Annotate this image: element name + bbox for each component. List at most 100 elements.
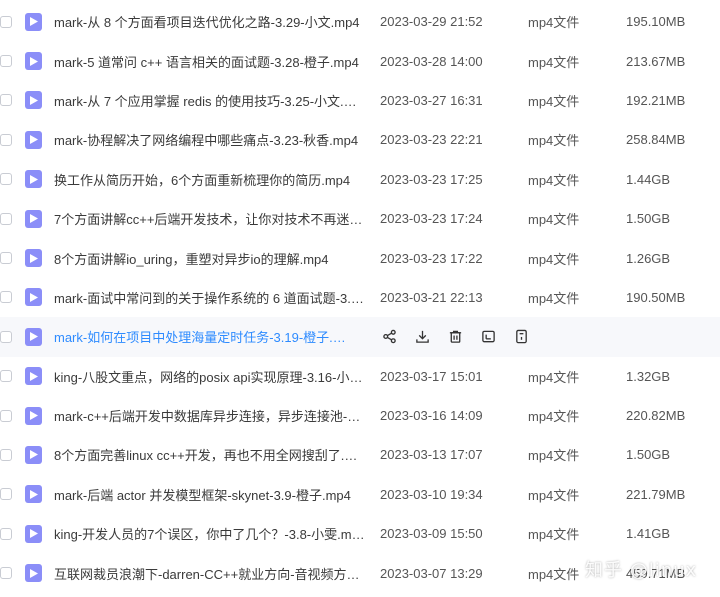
file-name[interactable]: mark-c++后端开发中数据库异步连接，异步连接池-3.15...: [54, 406, 366, 425]
file-name[interactable]: mark-后端 actor 并发模型框架-skynet-3.9-橙子.mp4: [54, 485, 366, 504]
file-date: 2023-03-23 17:25: [380, 171, 483, 187]
file-type: mp4文件: [528, 54, 580, 70]
video-file-icon: [25, 564, 42, 583]
file-date: 2023-03-23 22:21: [380, 132, 483, 148]
file-list: mark-从 8 个方面看项目迭代优化之路-3.29-小文.mp4 2023-0…: [0, 2, 720, 593]
file-row[interactable]: mark-5 道常问 c++ 语言相关的面试题-3.28-橙子.mp4 2023…: [0, 41, 720, 80]
video-file-icon: [25, 288, 42, 307]
file-row[interactable]: king-开发人员的7个误区，你中了几个？-3.8-小雯.mp4 2023-03…: [0, 514, 720, 553]
file-name[interactable]: mark-如何在项目中处理海量定时任务-3.19-橙子.mp4: [54, 327, 354, 346]
file-name[interactable]: 换工作从简历开始，6个方面重新梳理你的简历.mp4: [54, 170, 366, 189]
file-row[interactable]: mark-后端 actor 并发模型框架-skynet-3.9-橙子.mp4 2…: [0, 475, 720, 514]
file-size: 195.10MB: [626, 14, 686, 30]
file-size: 258.84MB: [626, 132, 686, 148]
file-row[interactable]: mark-协程解决了网络编程中哪些痛点-3.23-秋香.mp4 2023-03-…: [0, 120, 720, 159]
row-checkbox[interactable]: [0, 527, 12, 540]
file-name[interactable]: mark-从 7 个应用掌握 redis 的使用技巧-3.25-小文.mp4: [54, 91, 366, 110]
file-name[interactable]: mark-面试中常问到的关于操作系统的 6 道面试题-3.21-...: [54, 288, 366, 307]
file-date: 2023-03-17 15:01: [380, 368, 483, 384]
video-file-icon: [25, 367, 42, 386]
file-date: 2023-03-23 17:22: [380, 250, 483, 266]
file-name[interactable]: mark-从 8 个方面看项目迭代优化之路-3.29-小文.mp4: [54, 12, 366, 31]
file-size: 190.50MB: [626, 289, 686, 305]
row-checkbox[interactable]: [0, 409, 12, 422]
video-file-icon: [25, 12, 42, 31]
row-checkbox[interactable]: [0, 448, 12, 461]
file-row[interactable]: mark-从 7 个应用掌握 redis 的使用技巧-3.25-小文.mp4 2…: [0, 81, 720, 120]
file-name[interactable]: 8个方面完善linux cc++开发，再也不用全网搜刮了.mp4: [54, 445, 366, 464]
row-checkbox[interactable]: [0, 133, 12, 146]
file-type: mp4文件: [528, 15, 580, 31]
delete-icon[interactable]: [446, 328, 464, 346]
file-type: mp4文件: [528, 409, 580, 425]
file-date: 2023-03-28 14:00: [380, 53, 483, 69]
file-date: 2023-03-23 17:24: [380, 211, 483, 227]
file-name[interactable]: 互联网裁员浪潮下-darren-CC++就业方向-音视频方向-...: [54, 564, 366, 583]
file-type: mp4文件: [528, 290, 580, 306]
video-file-icon: [25, 170, 42, 189]
file-date: 2023-03-21 22:13: [380, 289, 483, 305]
file-name[interactable]: king-开发人员的7个误区，你中了几个？-3.8-小雯.mp4: [54, 524, 366, 543]
file-date: 2023-03-16 14:09: [380, 408, 483, 424]
file-type: mp4文件: [528, 448, 580, 464]
file-type: mp4文件: [528, 172, 580, 188]
file-size: 192.21MB: [626, 92, 686, 108]
row-checkbox[interactable]: [0, 291, 12, 304]
row-checkbox[interactable]: [0, 330, 12, 343]
row-checkbox[interactable]: [0, 370, 12, 383]
file-size: 1.50GB: [626, 211, 671, 227]
video-file-icon: [25, 249, 42, 268]
video-file-icon: [25, 52, 42, 71]
file-name[interactable]: 8个方面讲解io_uring，重塑对异步io的理解.mp4: [54, 249, 366, 268]
share-icon[interactable]: [380, 328, 398, 346]
row-checkbox[interactable]: [0, 94, 12, 107]
video-file-icon: [25, 406, 42, 425]
file-name[interactable]: 7个方面讲解cc++后端开发技术，让你对技术不再迷茫.m...: [54, 209, 366, 228]
row-checkbox[interactable]: [0, 212, 12, 225]
file-date: 2023-03-29 21:52: [380, 14, 483, 30]
file-row[interactable]: 8个方面完善linux cc++开发，再也不用全网搜刮了.mp4 2023-03…: [0, 435, 720, 474]
more-icon[interactable]: [512, 328, 530, 346]
file-size: 1.50GB: [626, 447, 671, 463]
file-date: 2023-03-10 19:34: [380, 486, 483, 502]
file-row[interactable]: mark-c++后端开发中数据库异步连接，异步连接池-3.15... 2023-…: [0, 396, 720, 435]
row-checkbox[interactable]: [0, 173, 12, 186]
file-size: 213.67MB: [626, 53, 686, 69]
video-file-icon: [25, 445, 42, 464]
download-icon[interactable]: [413, 328, 431, 346]
video-file-icon: [25, 209, 42, 228]
file-name[interactable]: mark-协程解决了网络编程中哪些痛点-3.23-秋香.mp4: [54, 130, 366, 149]
file-size: 1.32GB: [626, 368, 671, 384]
video-file-icon: [25, 485, 42, 504]
file-size: 1.44GB: [626, 171, 671, 187]
file-type: mp4文件: [528, 527, 580, 543]
file-type: mp4文件: [528, 369, 580, 385]
file-row[interactable]: 8个方面讲解io_uring，重塑对异步io的理解.mp4 2023-03-23…: [0, 238, 720, 277]
row-checkbox[interactable]: [0, 567, 12, 580]
file-row[interactable]: 换工作从简历开始，6个方面重新梳理你的简历.mp4 2023-03-23 17:…: [0, 160, 720, 199]
file-row[interactable]: mark-如何在项目中处理海量定时任务-3.19-橙子.mp4: [0, 317, 720, 357]
file-date: 2023-03-27 16:31: [380, 92, 483, 108]
file-size: 221.79MB: [626, 486, 686, 502]
file-row[interactable]: 7个方面讲解cc++后端开发技术，让你对技术不再迷茫.m... 2023-03-…: [0, 199, 720, 238]
row-checkbox[interactable]: [0, 15, 12, 28]
file-type: mp4文件: [528, 487, 580, 503]
row-checkbox[interactable]: [0, 252, 12, 265]
file-size: 1.41GB: [626, 526, 671, 542]
video-file-icon: [25, 130, 42, 149]
video-file-icon: [25, 327, 42, 346]
row-checkbox[interactable]: [0, 488, 12, 501]
rename-icon[interactable]: [479, 328, 497, 346]
file-size: 1.26GB: [626, 250, 671, 266]
file-name[interactable]: mark-5 道常问 c++ 语言相关的面试题-3.28-橙子.mp4: [54, 52, 366, 71]
row-checkbox[interactable]: [0, 55, 12, 68]
file-row[interactable]: king-八股文重点，网络的posix api实现原理-3.16-小雯... 2…: [0, 357, 720, 396]
row-actions: [380, 317, 545, 356]
video-file-icon: [25, 524, 42, 543]
file-name[interactable]: king-八股文重点，网络的posix api实现原理-3.16-小雯...: [54, 367, 366, 386]
file-row[interactable]: mark-面试中常问到的关于操作系统的 6 道面试题-3.21-... 2023…: [0, 278, 720, 317]
file-type: mp4文件: [528, 566, 580, 582]
file-date: 2023-03-13 17:07: [380, 447, 483, 463]
file-row[interactable]: mark-从 8 个方面看项目迭代优化之路-3.29-小文.mp4 2023-0…: [0, 2, 720, 41]
file-date: 2023-03-07 13:29: [380, 565, 483, 581]
